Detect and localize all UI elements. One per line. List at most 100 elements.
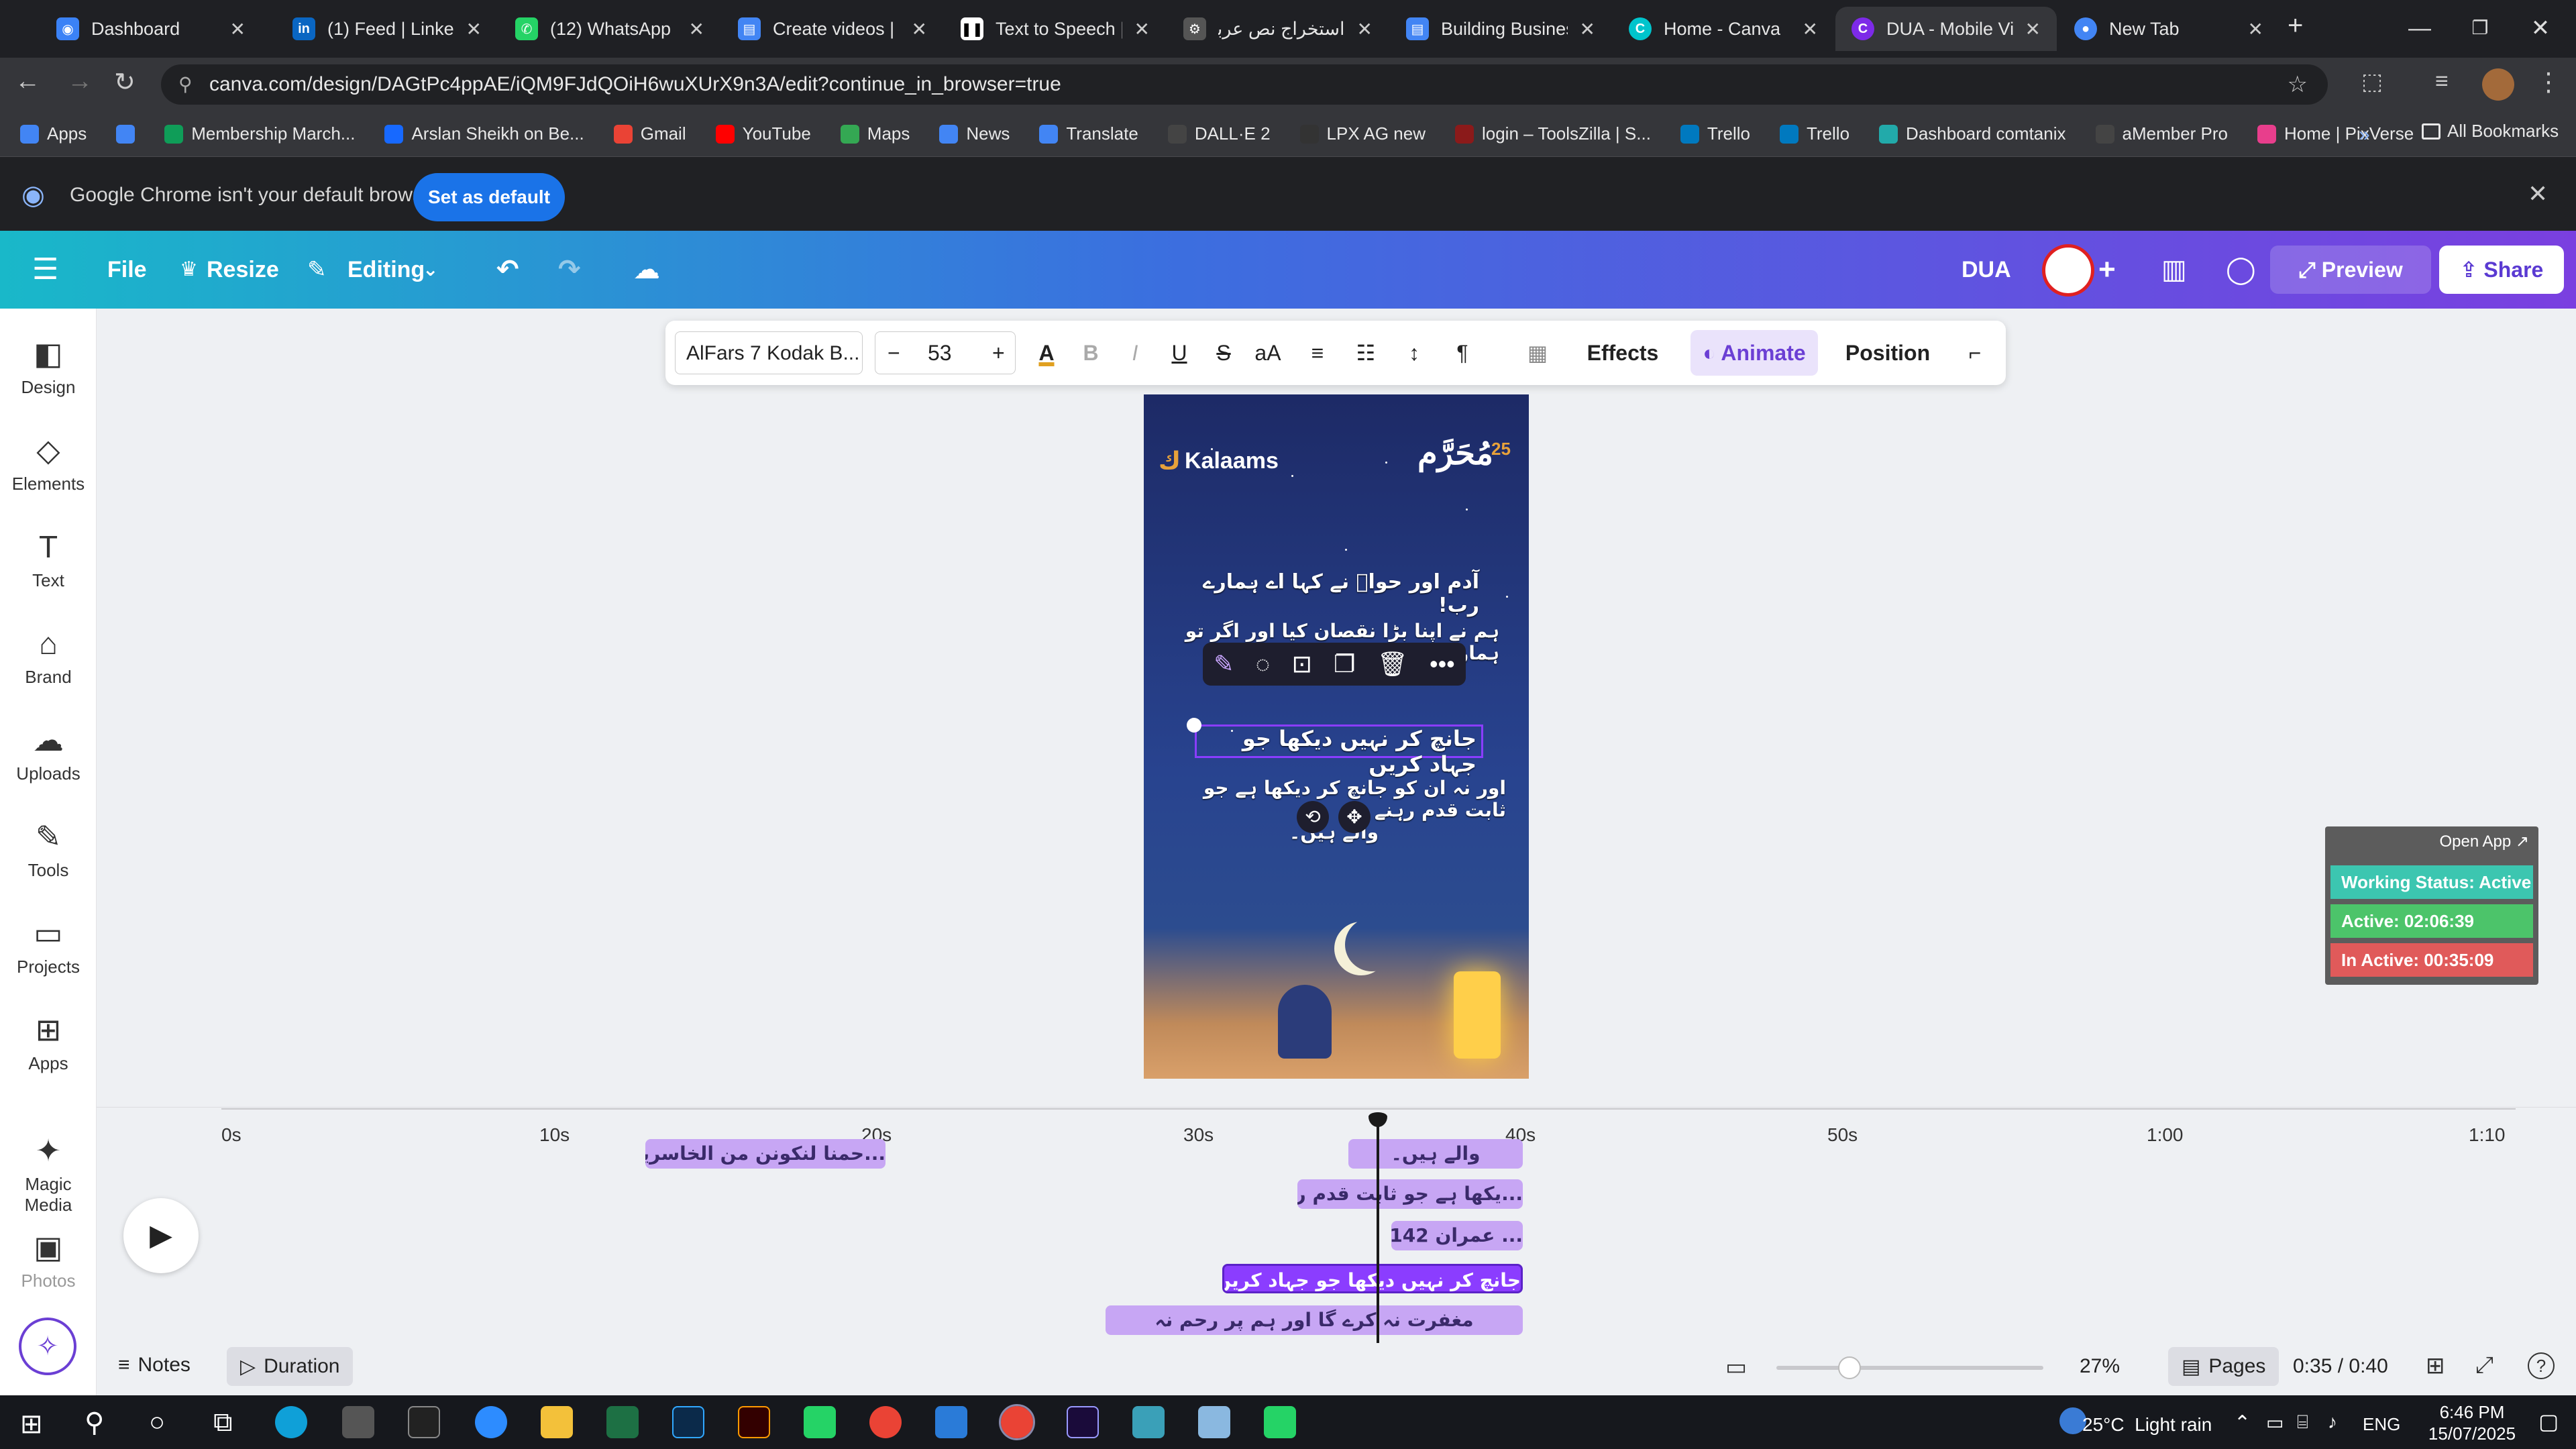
rail-photos[interactable]: ▣ Photos xyxy=(0,1229,97,1291)
weather-text[interactable]: 25°C Light rain xyxy=(2082,1414,2212,1436)
tab-new-tab[interactable]: ● New Tab ✕ xyxy=(2058,7,2279,51)
all-bookmarks[interactable]: All Bookmarks xyxy=(2422,121,2559,142)
copy-style-icon[interactable]: ⌐ xyxy=(1956,321,1994,385)
duration-button[interactable]: ▷ Duration xyxy=(227,1347,354,1386)
timeline-clip[interactable]: والے ہیں۔ xyxy=(1348,1139,1523,1169)
profile-avatar[interactable] xyxy=(2482,68,2514,101)
bookmark-trello-2[interactable]: Trello xyxy=(1779,123,1849,144)
file-explorer-icon[interactable] xyxy=(541,1406,573,1438)
timeline-clip-selected[interactable]: جانچ کر نہیں دیکھا جو جہاد کریں، xyxy=(1222,1264,1523,1293)
bookmark-pixverse[interactable]: Home | PixVerse xyxy=(2257,123,2414,144)
bookmark-maps[interactable]: Maps xyxy=(840,123,910,144)
close-icon[interactable]: ✕ xyxy=(1580,18,1595,40)
playhead[interactable] xyxy=(1377,1122,1379,1343)
duplicate-icon[interactable]: ❐ xyxy=(1334,650,1355,678)
effects-button[interactable]: Effects xyxy=(1572,321,1673,385)
user-avatar[interactable] xyxy=(2042,244,2094,297)
notes-button[interactable]: ≡ Notes xyxy=(118,1354,191,1377)
font-size-stepper[interactable]: − 53 + xyxy=(875,331,1016,374)
bookmark-trello-1[interactable]: Trello xyxy=(1680,123,1750,144)
grid-view-icon[interactable]: ⊞ xyxy=(2426,1352,2445,1379)
font-family-select[interactable]: AlFars 7 Kodak B... xyxy=(675,331,863,374)
tab-home-canva[interactable]: C Home - Canva ✕ xyxy=(1613,7,1834,51)
whatsapp-icon[interactable] xyxy=(1264,1406,1296,1438)
slide-line-1[interactable]: آدم اور حواؑ نے کہا اے ہمارے رب! xyxy=(1171,570,1479,617)
animate-button[interactable]: ◐ Animate xyxy=(1690,330,1818,376)
text-color-icon[interactable]: A xyxy=(1028,321,1065,385)
chrome-icon[interactable] xyxy=(869,1406,902,1438)
media-control-icon[interactable]: ≡ xyxy=(2435,68,2449,95)
close-icon[interactable]: ✕ xyxy=(2248,18,2263,40)
close-icon[interactable]: ✕ xyxy=(1357,18,1373,40)
search-icon[interactable]: ⚲ xyxy=(85,1407,104,1438)
back-icon[interactable]: ← xyxy=(15,67,40,96)
reload-icon[interactable]: ↻ xyxy=(114,67,136,97)
pen-icon[interactable] xyxy=(342,1406,374,1438)
insights-chart-icon[interactable]: ▥ xyxy=(2161,251,2187,288)
rail-brand[interactable]: ⌂ Brand xyxy=(0,625,97,688)
page-view-icon[interactable]: ▭ xyxy=(1725,1354,1747,1381)
move-icon[interactable]: ✥ xyxy=(1338,801,1371,833)
terminal-icon[interactable] xyxy=(408,1406,440,1438)
underline-icon[interactable]: U xyxy=(1161,321,1198,385)
redo-icon[interactable]: ↷ xyxy=(558,251,581,288)
bookmark-news[interactable]: News xyxy=(939,123,1010,144)
address-bar[interactable]: ⚲ canva.com/design/DAGtPc4ppAE/iQM9FJdQO… xyxy=(161,64,2328,105)
edge-icon[interactable] xyxy=(275,1406,307,1438)
magic-write-icon[interactable]: ✎ xyxy=(1214,650,1234,678)
tab-linkedin[interactable]: in (1) Feed | LinkedIn ✕ xyxy=(276,7,498,51)
font-size-value[interactable]: 53 xyxy=(928,332,952,374)
fullscreen-icon[interactable]: ⤢ xyxy=(2475,1352,2493,1379)
help-icon[interactable]: ? xyxy=(2528,1352,2555,1379)
italic-icon[interactable]: I xyxy=(1116,321,1154,385)
illustrator-icon[interactable] xyxy=(738,1406,770,1438)
bookmark-comtanix[interactable]: Dashboard comtanix xyxy=(1879,123,2066,144)
zoom-level[interactable]: 27% xyxy=(2080,1355,2120,1378)
increase-size-icon[interactable]: + xyxy=(992,332,1005,374)
tray-chevron-icon[interactable]: ⌃ xyxy=(2234,1411,2251,1435)
rail-magic-media[interactable]: ✦ Magic Media xyxy=(0,1132,97,1216)
language-indicator[interactable]: ENG xyxy=(2363,1414,2400,1435)
close-icon[interactable]: ✕ xyxy=(2528,180,2548,208)
app-icon[interactable] xyxy=(1198,1406,1230,1438)
excel-icon[interactable] xyxy=(606,1406,639,1438)
chevron-down-icon[interactable]: ⌄ xyxy=(423,251,438,288)
close-icon[interactable]: ✕ xyxy=(912,18,927,40)
task-view-icon[interactable]: ⧉ xyxy=(213,1407,233,1438)
chrome-menu-icon[interactable]: ⋮ xyxy=(2536,67,2561,97)
rail-text[interactable]: T Text xyxy=(0,529,97,591)
close-icon[interactable]: ✕ xyxy=(689,18,704,40)
whatsapp-icon[interactable] xyxy=(804,1406,836,1438)
network-icon[interactable]: ⌸ xyxy=(2297,1411,2308,1434)
photoshop-icon[interactable] xyxy=(672,1406,704,1438)
tab-create-videos[interactable]: ▤ Create videos | Fr ✕ xyxy=(722,7,943,51)
bookmark-amember[interactable]: aMember Pro xyxy=(2095,123,2228,144)
minimize-button[interactable]: — xyxy=(2390,9,2450,47)
design-name[interactable]: DUA xyxy=(1962,251,2011,288)
close-icon[interactable]: ✕ xyxy=(230,18,246,40)
decrease-size-icon[interactable]: − xyxy=(888,332,900,374)
bookmark-membership[interactable]: Membership March... xyxy=(164,123,355,144)
tab-dashboard[interactable]: ◉ Dashboard ✕ xyxy=(40,7,262,51)
timeline-clip[interactable]: ... عمران 142) xyxy=(1391,1221,1523,1250)
bookmark-lpx[interactable]: LPX AG new xyxy=(1299,123,1426,144)
design-canvas[interactable]: ك Kalaams مُحَرَّم 25 آدم اور حواؑ نے کہا… xyxy=(1144,394,1529,1079)
extensions-icon[interactable]: ⬚ xyxy=(2361,68,2383,95)
zoom-icon[interactable] xyxy=(475,1406,507,1438)
clock-date[interactable]: 15/07/2025 xyxy=(2422,1424,2522,1444)
zoom-slider-handle[interactable] xyxy=(1838,1356,1861,1379)
tab-whatsapp[interactable]: ✆ (12) WhatsApp ✕ xyxy=(499,7,720,51)
rotate-icon[interactable]: ⟲ xyxy=(1297,801,1329,833)
vscode-icon[interactable] xyxy=(935,1406,967,1438)
chrome-active-icon[interactable] xyxy=(999,1404,1035,1440)
volume-icon[interactable]: ♪ xyxy=(2328,1411,2337,1433)
lock-icon[interactable]: ⊡ xyxy=(1292,650,1312,678)
close-icon[interactable]: ✕ xyxy=(1134,18,1150,40)
rail-tools[interactable]: ✎ Tools xyxy=(0,818,97,881)
close-icon[interactable]: ✕ xyxy=(1803,18,1818,40)
timeline-clip[interactable]: مغفرت نہ کرے گا اور ہم پر رحم نہ xyxy=(1106,1305,1523,1335)
slide-line-4[interactable]: اور نہ ان کو جانچ کر دیکھا ہے جو ثابت قد… xyxy=(1157,777,1506,821)
preview-button[interactable]: ⤢ Preview xyxy=(2270,246,2431,294)
bookmark-star-icon[interactable]: ☆ xyxy=(2288,64,2308,105)
align-center-icon[interactable]: ≡ xyxy=(1299,321,1336,385)
